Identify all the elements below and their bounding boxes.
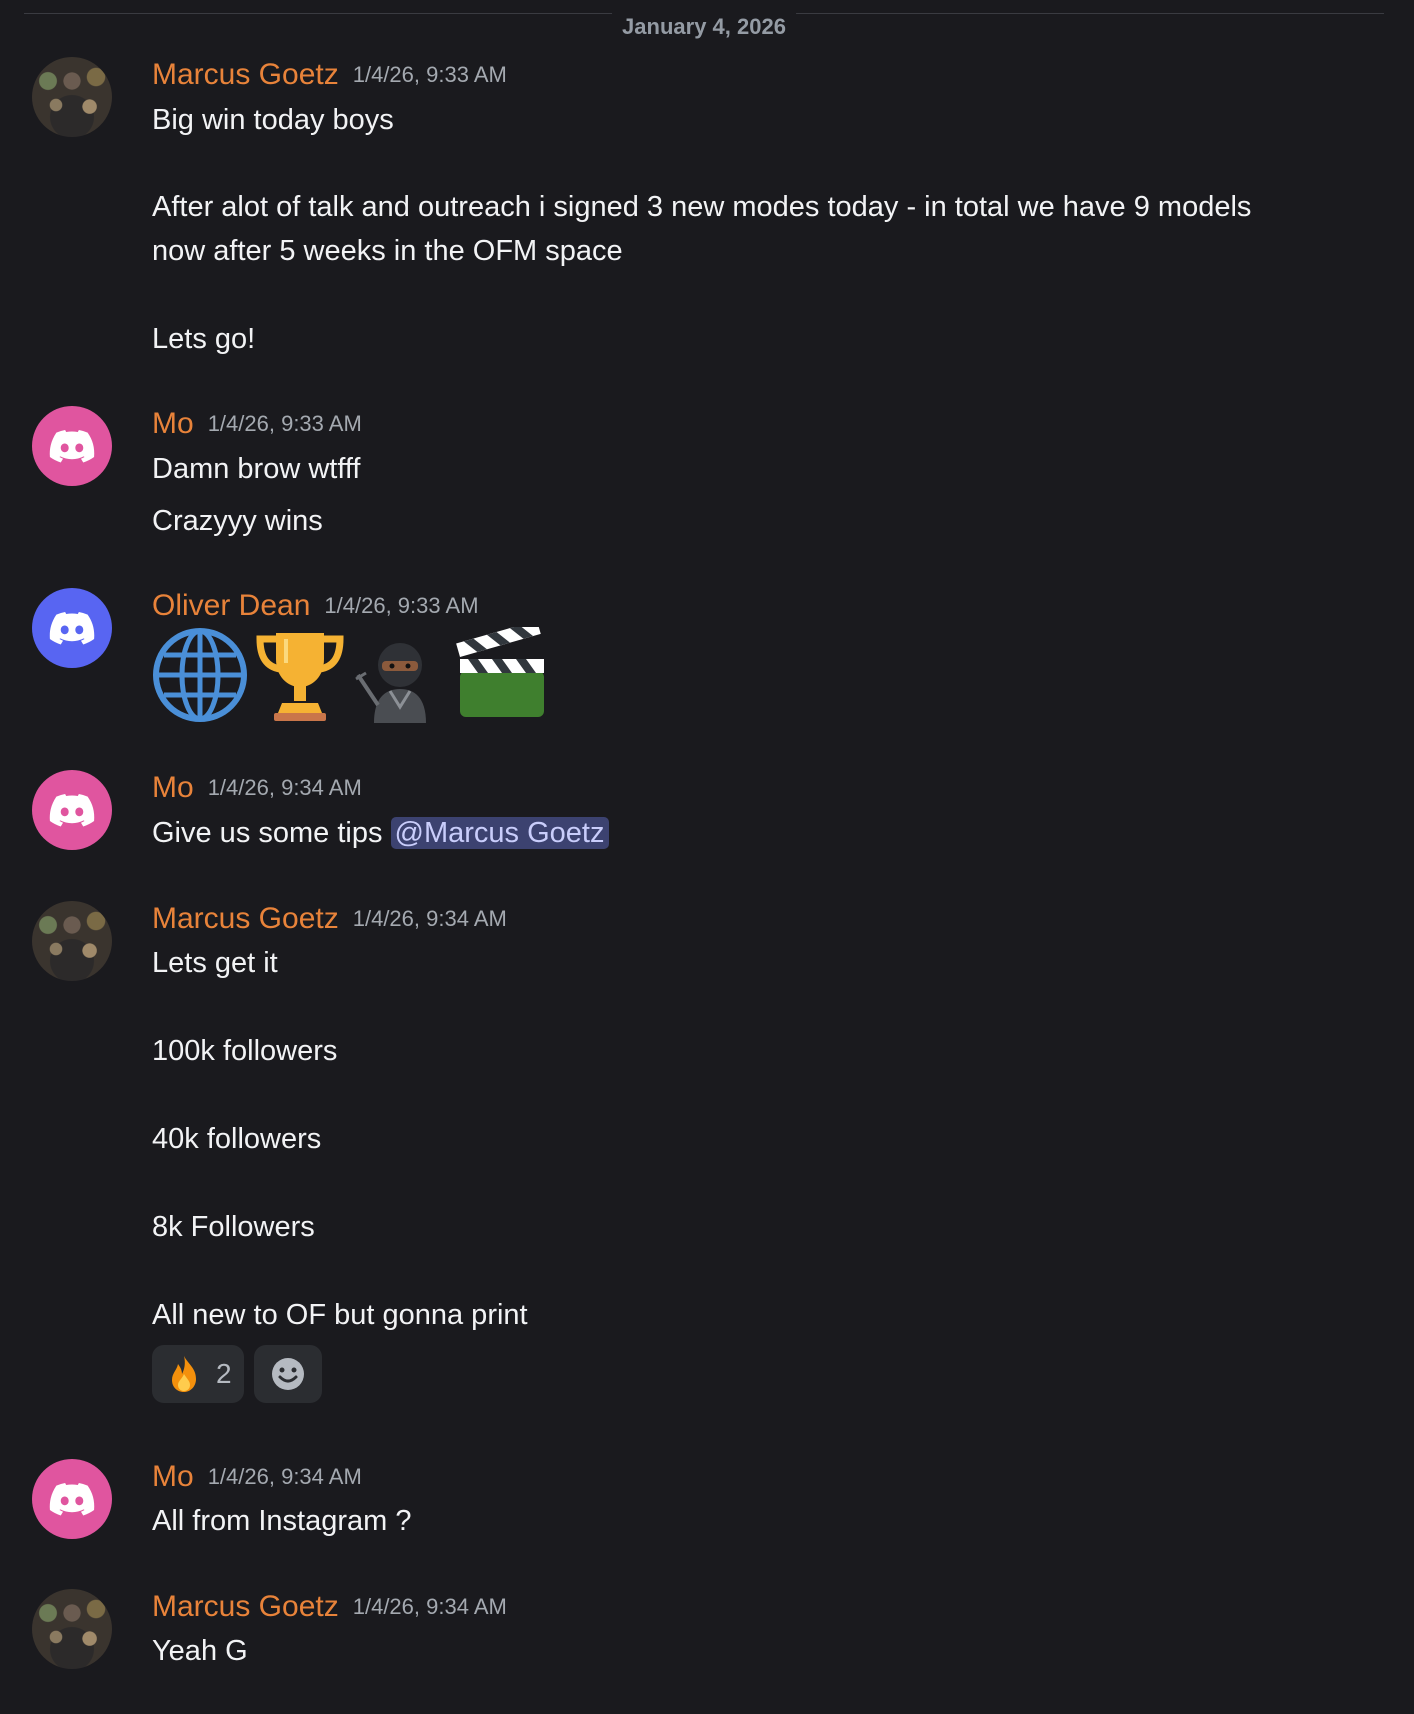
user-mention[interactable]: @Marcus Goetz xyxy=(390,817,609,849)
avatar[interactable] xyxy=(32,1589,112,1669)
username[interactable]: Marcus Goetz xyxy=(152,902,339,935)
discord-icon xyxy=(49,611,95,645)
date-divider-label: January 4, 2026 xyxy=(612,13,796,41)
clapperboard-icon xyxy=(456,627,544,717)
date-divider: January 4, 2026 xyxy=(24,13,1384,41)
timestamp: 1/4/26, 9:33 AM xyxy=(352,62,507,87)
discord-icon xyxy=(49,429,95,463)
avatar[interactable] xyxy=(32,57,112,137)
reactions-bar: 2 xyxy=(152,1345,322,1403)
timestamp: 1/4/26, 9:34 AM xyxy=(352,1594,507,1619)
avatar[interactable] xyxy=(32,901,112,981)
message-text: 8k Followers xyxy=(152,1211,315,1243)
globe-icon xyxy=(153,628,247,722)
add-reaction-icon xyxy=(271,1358,304,1390)
avatar[interactable] xyxy=(32,770,112,850)
emoji-message xyxy=(152,627,548,723)
timestamp: 1/4/26, 9:33 AM xyxy=(324,593,479,618)
username[interactable]: Oliver Dean xyxy=(152,589,310,622)
message-text: Lets get it xyxy=(152,947,278,979)
message-text: Big win today boys xyxy=(152,104,394,136)
message-header: Marcus Goetz 1/4/26, 9:33 AM xyxy=(152,57,507,93)
message-text-content: Give us some tips xyxy=(152,817,383,849)
message-header: Oliver Dean 1/4/26, 9:33 AM xyxy=(152,588,479,624)
timestamp: 1/4/26, 9:34 AM xyxy=(207,775,362,800)
avatar[interactable] xyxy=(32,406,112,486)
username[interactable]: Marcus Goetz xyxy=(152,1590,339,1623)
message-text: Lets go! xyxy=(152,323,256,355)
timestamp: 1/4/26, 9:33 AM xyxy=(207,411,362,436)
message-header: Marcus Goetz 1/4/26, 9:34 AM xyxy=(152,901,507,937)
message-text: After alot of talk and outreach i signed… xyxy=(152,191,1252,223)
message-header: Mo 1/4/26, 9:33 AM xyxy=(152,406,362,442)
username[interactable]: Mo xyxy=(152,771,194,804)
message-text: All new to OF but gonna print xyxy=(152,1299,528,1331)
message-text: Yeah G xyxy=(152,1635,248,1667)
add-reaction-button[interactable] xyxy=(253,1345,322,1403)
message-text: All from Instagram ? xyxy=(152,1505,412,1537)
message-header: Mo 1/4/26, 9:34 AM xyxy=(152,1459,362,1495)
avatar[interactable] xyxy=(32,588,112,668)
reaction-count: 2 xyxy=(216,1358,232,1389)
message-header: Mo 1/4/26, 9:34 AM xyxy=(152,770,362,806)
ninja-icon xyxy=(355,643,426,723)
message-text: 40k followers xyxy=(152,1123,322,1155)
message-text: Damn brow wtfff xyxy=(152,453,361,485)
reaction-fire[interactable]: 2 xyxy=(152,1345,244,1403)
timestamp: 1/4/26, 9:34 AM xyxy=(207,1464,362,1489)
username[interactable]: Mo xyxy=(152,407,194,440)
discord-icon xyxy=(49,1482,95,1516)
username[interactable]: Marcus Goetz xyxy=(152,58,339,91)
discord-icon xyxy=(49,793,95,827)
message-text: 100k followers xyxy=(152,1035,338,1067)
trophy-icon xyxy=(256,633,344,721)
message-text: now after 5 weeks in the OFM space xyxy=(152,235,623,267)
avatar[interactable] xyxy=(32,1459,112,1539)
timestamp: 1/4/26, 9:34 AM xyxy=(352,906,507,931)
message-header: Marcus Goetz 1/4/26, 9:34 AM xyxy=(152,1589,507,1625)
fire-icon xyxy=(172,1356,196,1392)
message-text: Crazyyy wins xyxy=(152,505,323,537)
message-text: Give us some tips @Marcus Goetz xyxy=(152,811,609,855)
username[interactable]: Mo xyxy=(152,1460,194,1493)
